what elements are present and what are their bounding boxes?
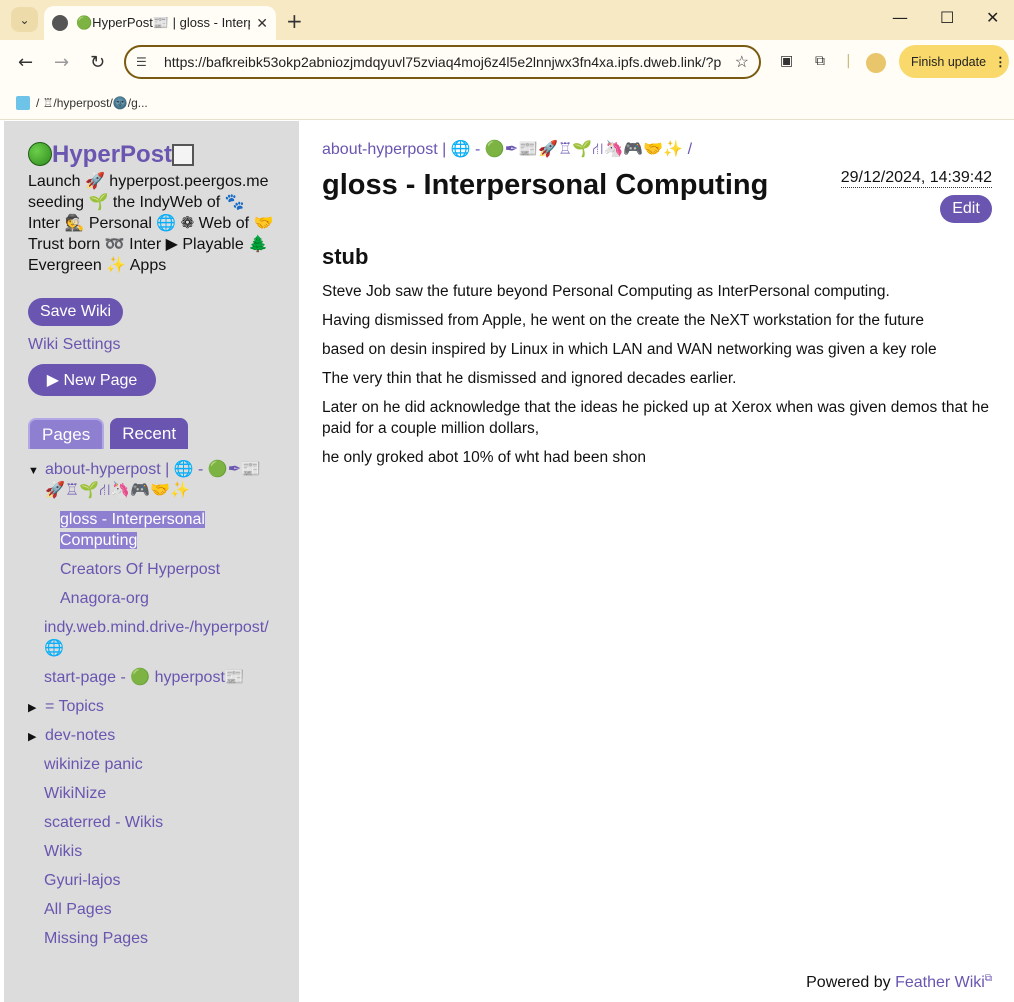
site-info-icon[interactable]: ☰ [136, 55, 156, 69]
footer-prefix: Powered by [806, 974, 896, 991]
breadcrumb[interactable]: about-hyperpost | 🌐 - 🟢✒📰🚀♖🌱⛙🦄🎮🤝✨ / [322, 139, 692, 160]
paragraph: The very thin that he dismissed and igno… [322, 370, 737, 387]
newspaper-icon [172, 144, 195, 166]
tab-pages[interactable]: Pages [28, 418, 105, 449]
tree-item-indy-web[interactable]: indy.web.mind.drive-/hyperpost/ 🌐 [44, 617, 284, 659]
forward-arrow-icon[interactable]: → [54, 52, 69, 73]
wiki-settings-link[interactable]: Wiki Settings [28, 336, 120, 354]
bookmark-star-icon[interactable]: ☆ [735, 52, 749, 72]
extensions-puzzle-icon[interactable]: ⧉ [815, 53, 825, 69]
paragraph: Later on he did acknowledge that the ide… [322, 399, 989, 437]
expanded-caret-icon[interactable]: ▼ [28, 461, 39, 482]
tab-title: 🟢HyperPost📰 | gloss - Interp [76, 15, 251, 30]
save-wiki-button[interactable]: Save Wiki [28, 298, 123, 326]
tree-item-scaterred-wikis[interactable]: scaterred - Wikis [44, 812, 163, 833]
tree-item-creators[interactable]: Creators Of Hyperpost [60, 559, 220, 580]
address-bar[interactable]: ☰ https://bafkreibk53okp2abniozjmdqyuvl7… [124, 45, 761, 79]
chevron-down-icon: ⌄ [19, 12, 30, 27]
wiki-sidebar: HyperPost Launch 🚀 hyperpost.peergos.me … [4, 121, 299, 1002]
tab-recent[interactable]: Recent [110, 418, 189, 449]
cube-icon [16, 95, 30, 110]
tree-item-wikinize[interactable]: WikiNize [44, 783, 106, 804]
collapsed-caret-icon[interactable]: ▶ [28, 727, 36, 748]
site-tagline: Launch 🚀 hyperpost.peergos.me seeding 🌱 … [28, 173, 274, 274]
back-arrow-icon[interactable]: ← [18, 52, 33, 73]
window-close-icon[interactable]: ✕ [986, 8, 999, 27]
tree-item-gyuri-lajos[interactable]: Gyuri-lajos [44, 870, 120, 891]
browser-toolbar: ← → ↻ ☰ https://bafkreibk53okp2abniozjmd… [0, 40, 1014, 86]
sidebar-tabs: Pages Recent [28, 418, 189, 449]
new-page-button[interactable]: ▶ New Page [28, 364, 156, 396]
tab-search-button[interactable]: ⌄ [11, 7, 38, 32]
footer: Powered by Feather Wiki⧉ [806, 973, 992, 992]
profile-avatar-icon[interactable] [866, 53, 886, 73]
paragraph: Steve Job saw the future beyond Personal… [322, 283, 890, 300]
external-link-icon: ⧉ [984, 973, 992, 984]
tree-item-missing-pages[interactable]: Missing Pages [44, 928, 148, 949]
tree-item-about-hyperpost[interactable]: about-hyperpost | 🌐 - 🟢✒📰 🚀♖🌱⛙🦄🎮🤝✨ [45, 459, 275, 501]
globe-icon [52, 15, 68, 31]
browser-tab-bar: ⌄ 🟢HyperPost📰 | gloss - Interp ✕ + — ☐ ✕ [0, 0, 1014, 40]
paragraph: Having dismissed from Apple, he went on … [322, 312, 924, 329]
bookmark-item[interactable]: / ♖/hyperpost/🌚/g... [36, 96, 148, 110]
site-title[interactable]: HyperPost [28, 141, 195, 169]
section-heading: stub [322, 244, 369, 269]
feather-wiki-link[interactable]: Feather Wiki [895, 974, 985, 991]
minimize-icon[interactable]: — [892, 8, 908, 27]
finish-update-button[interactable]: Finish update ⋮ [899, 45, 1009, 78]
page-timestamp: 29/12/2024, 14:39:42 [840, 169, 992, 188]
tree-item-gloss-label: gloss - Interpersonal Computing [60, 511, 205, 549]
browser-tab-active[interactable]: 🟢HyperPost📰 | gloss - Interp ✕ [44, 6, 276, 40]
tree-item-all-pages[interactable]: All Pages [44, 899, 112, 920]
edit-button[interactable]: Edit [940, 195, 992, 223]
tree-item-start-page[interactable]: start-page - 🟢 hyperpost📰 [44, 667, 245, 688]
page-content: about-hyperpost | 🌐 - 🟢✒📰🚀♖🌱⛙🦄🎮🤝✨ / glos… [299, 121, 1014, 1002]
tree-item-dev-notes[interactable]: dev-notes [45, 725, 115, 746]
tree-item-anagora[interactable]: Anagora-org [60, 588, 149, 609]
collapsed-caret-icon[interactable]: ▶ [28, 698, 36, 719]
site-title-text: HyperPost [52, 141, 173, 168]
extension-h-icon[interactable]: ▣ [780, 53, 793, 69]
tree-item-wikinize-panic[interactable]: wikinize panic [44, 754, 143, 775]
maximize-icon[interactable]: ☐ [940, 8, 954, 27]
bookmarks-bar: / ♖/hyperpost/🌚/g... [0, 86, 1014, 120]
green-ball-icon [28, 142, 52, 166]
tree-item-gloss[interactable]: gloss - Interpersonal Computing [60, 509, 210, 551]
paragraph: he only groked abot 10% of wht had been … [322, 449, 647, 466]
tree-item-wikis[interactable]: Wikis [44, 841, 82, 862]
tree-item-topics[interactable]: = Topics [45, 696, 104, 717]
page-title: gloss - Interpersonal Computing [322, 169, 769, 201]
close-tab-icon[interactable]: ✕ [256, 15, 268, 32]
paragraph: based on desin inspired by Linux in whic… [322, 341, 937, 358]
toolbar-divider: | [846, 53, 851, 69]
reload-icon[interactable]: ↻ [90, 52, 105, 73]
finish-update-label: Finish update [911, 54, 987, 69]
new-tab-button[interactable]: + [286, 9, 303, 33]
more-menu-icon[interactable]: ⋮ [994, 54, 1007, 69]
url-text[interactable]: https://bafkreibk53okp2abniozjmdqyuvl75z… [164, 54, 727, 70]
